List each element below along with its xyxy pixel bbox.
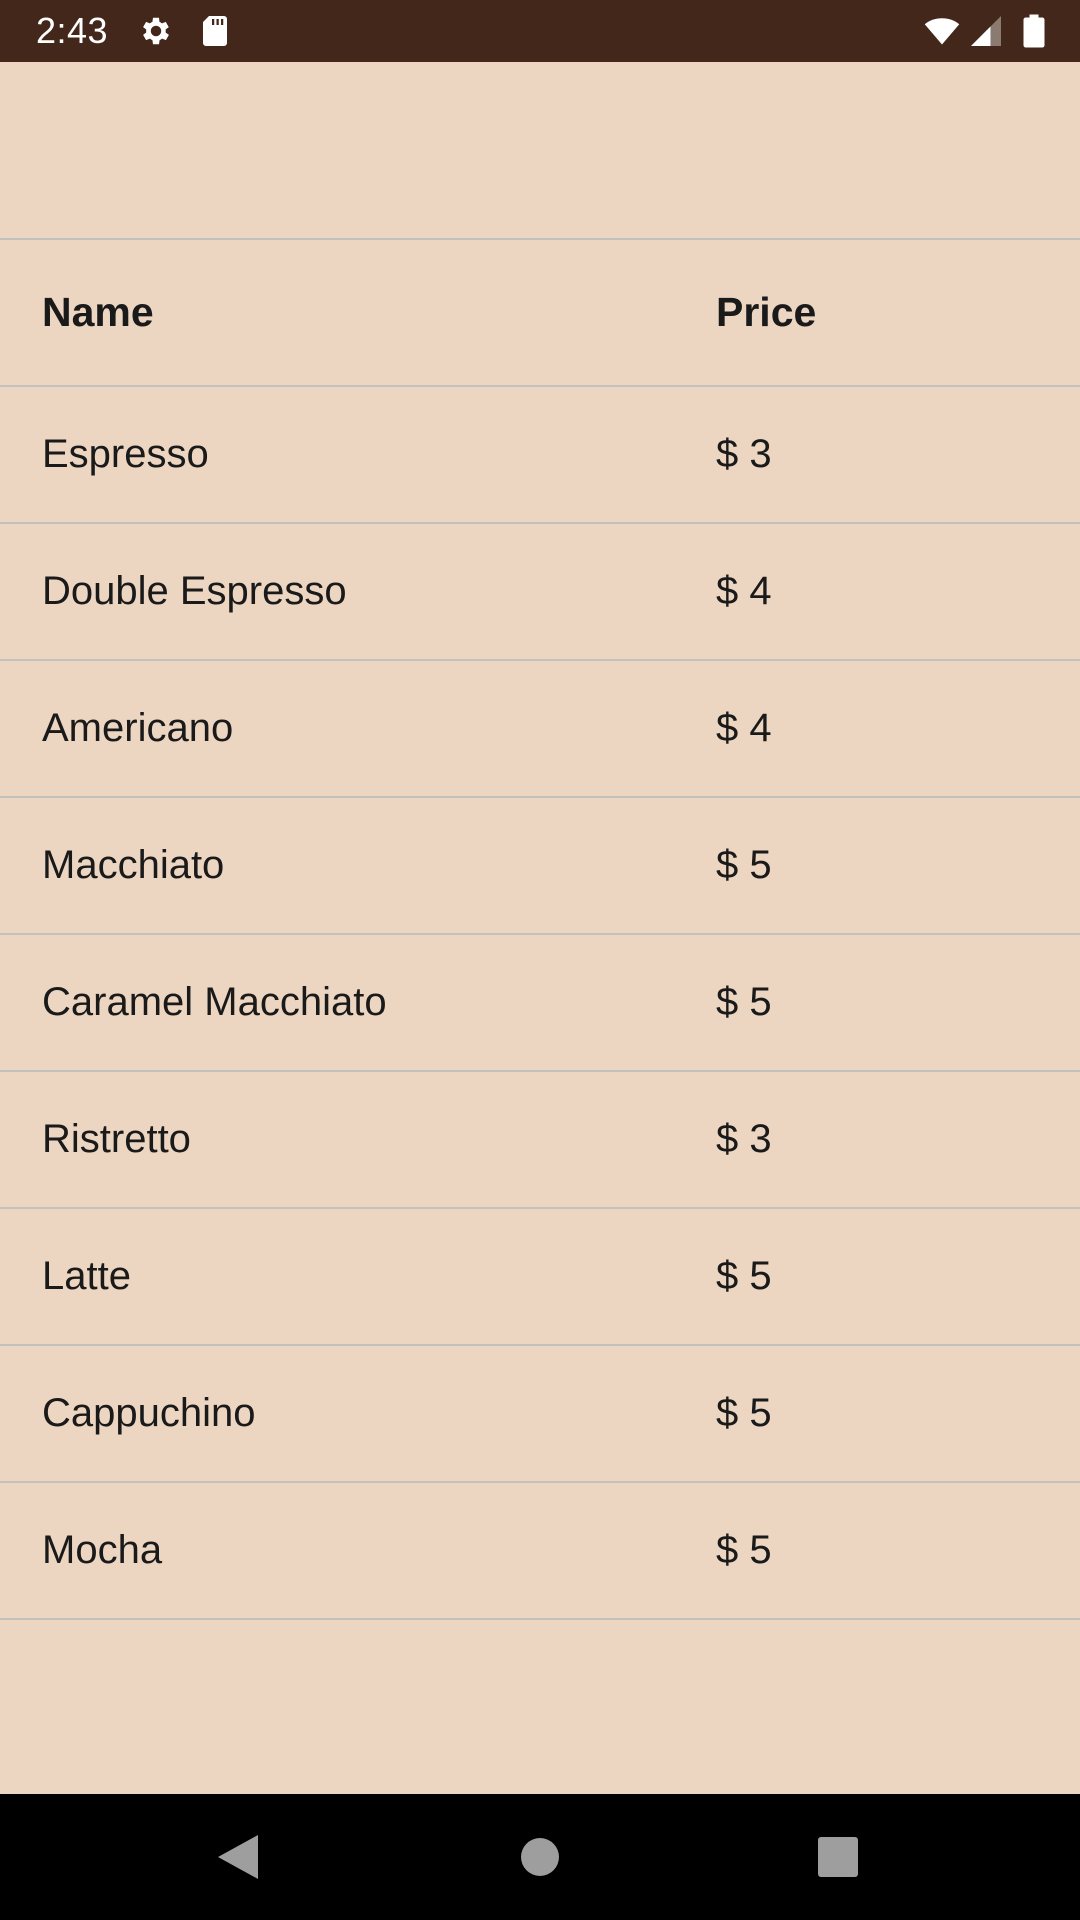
column-header-name: Name (42, 289, 154, 335)
table-row[interactable]: Ristretto $ 3 (0, 1072, 1080, 1209)
status-time: 2:43 (36, 10, 109, 51)
status-bar: 2:43 (0, 0, 1080, 62)
home-icon[interactable] (510, 1827, 570, 1887)
item-price: $ 5 (716, 1528, 772, 1572)
wifi-icon (924, 18, 960, 45)
menu-table: Name Price Espresso $ 3 Double Espresso … (0, 238, 1080, 1620)
column-header-price: Price (716, 289, 817, 335)
table-row[interactable]: Cappuchino $ 5 (0, 1346, 1080, 1483)
item-price: $ 5 (716, 980, 772, 1024)
content-area: Name Price Espresso $ 3 Double Espresso … (0, 62, 1080, 1794)
item-price: $ 3 (716, 432, 772, 476)
item-price: $ 4 (716, 569, 772, 613)
gear-icon (143, 17, 169, 45)
table-row[interactable]: Americano $ 4 (0, 661, 1080, 798)
table-row[interactable]: Latte $ 5 (0, 1209, 1080, 1346)
item-name: Double Espresso (42, 569, 347, 613)
item-name: Latte (42, 1254, 131, 1298)
item-price: $ 3 (716, 1117, 772, 1161)
item-name: Caramel Macchiato (42, 980, 387, 1024)
item-price: $ 5 (716, 1391, 772, 1435)
table-row[interactable]: Mocha $ 5 (0, 1483, 1080, 1620)
item-name: Mocha (42, 1528, 163, 1572)
navigation-bar (0, 1794, 1080, 1920)
item-name: Macchiato (42, 843, 225, 887)
table-header-row: Name Price (0, 240, 1080, 387)
recents-icon[interactable] (808, 1827, 868, 1887)
item-name: Espresso (42, 432, 209, 476)
item-price: $ 5 (716, 843, 772, 887)
battery-icon (1023, 14, 1045, 48)
item-name: Ristretto (42, 1117, 191, 1161)
table-row[interactable]: Espresso $ 3 (0, 387, 1080, 524)
sd-card-icon (203, 16, 227, 46)
cell-signal-icon (971, 16, 1001, 46)
table-row[interactable]: Double Espresso $ 4 (0, 524, 1080, 661)
item-name: Americano (42, 706, 234, 750)
table-row[interactable]: Caramel Macchiato $ 5 (0, 935, 1080, 1072)
item-name: Cappuchino (42, 1391, 256, 1435)
item-price: $ 5 (716, 1254, 772, 1298)
item-price: $ 4 (716, 706, 772, 750)
table-row[interactable]: Macchiato $ 5 (0, 798, 1080, 935)
back-icon[interactable] (208, 1827, 268, 1887)
